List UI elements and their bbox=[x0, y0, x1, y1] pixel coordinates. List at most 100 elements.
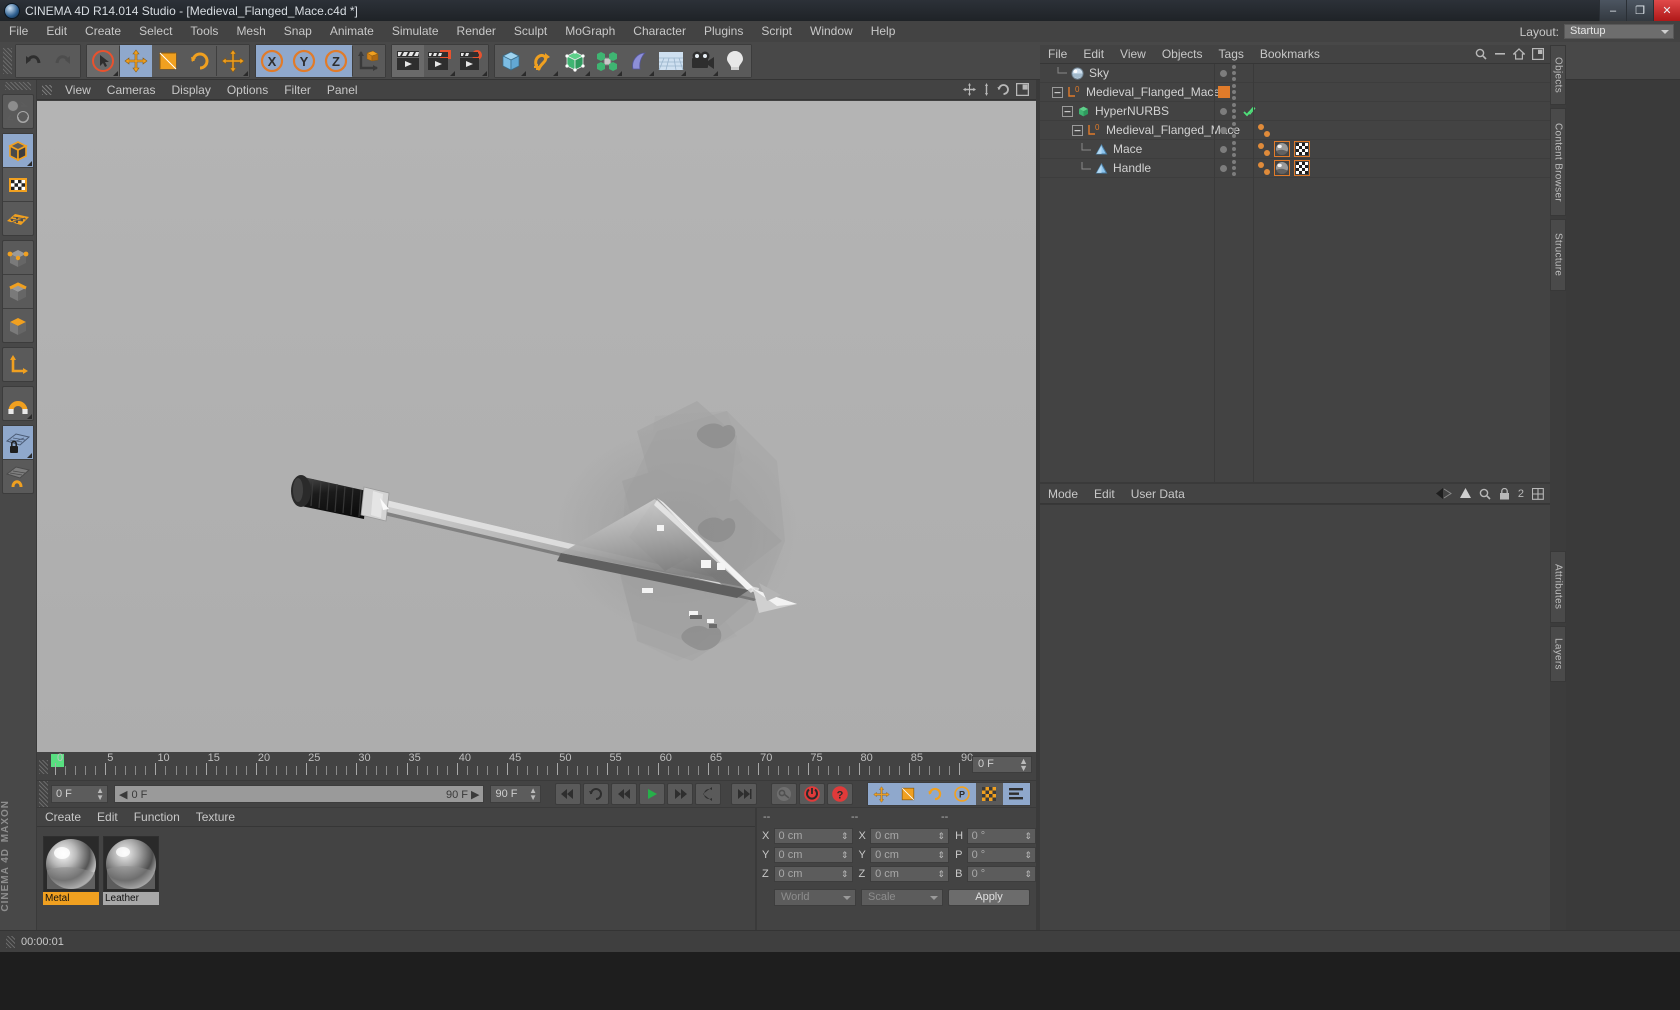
add-spline-button[interactable] bbox=[527, 44, 559, 77]
coord-field-size-y[interactable]: 0 cm ⇕ bbox=[870, 847, 950, 863]
object-menu-file[interactable]: File bbox=[1040, 47, 1075, 61]
keyframe-selection-button[interactable]: ? bbox=[826, 783, 853, 805]
viewport-menu-options[interactable]: Options bbox=[219, 83, 276, 97]
coord-field-rot-h[interactable]: 0 ° ⇕ bbox=[966, 828, 1037, 844]
step-back-button[interactable] bbox=[694, 783, 721, 805]
add-floor-button[interactable] bbox=[655, 44, 687, 77]
toolbar-grip[interactable] bbox=[3, 47, 12, 74]
preview-range-bar[interactable]: ◀ 0 F 90 F ▶ bbox=[113, 785, 485, 803]
viewport-menu-filter[interactable]: Filter bbox=[276, 83, 319, 97]
menu-animate[interactable]: Animate bbox=[321, 21, 383, 42]
lock-icon[interactable] bbox=[1499, 487, 1510, 500]
play-forwards-button[interactable] bbox=[638, 783, 665, 805]
object-menu-bookmarks[interactable]: Bookmarks bbox=[1252, 47, 1328, 61]
object-row-hypernurbs[interactable]: HyperNURBS bbox=[1040, 102, 1550, 121]
window-maximize-button[interactable]: ❐ bbox=[1626, 0, 1653, 21]
home-icon[interactable] bbox=[1513, 48, 1525, 60]
undo-button[interactable] bbox=[16, 44, 48, 77]
menu-mograph[interactable]: MoGraph bbox=[556, 21, 624, 42]
viewport-menu-view[interactable]: View bbox=[57, 83, 99, 97]
tag-dot-icon[interactable] bbox=[1258, 162, 1264, 168]
preview-end-field[interactable]: 90 F ▲ ▼ bbox=[490, 785, 541, 803]
tab-content-browser[interactable]: Content Browser bbox=[1550, 108, 1566, 216]
material-tag-icon[interactable] bbox=[1274, 141, 1290, 157]
uvw-tag-icon[interactable] bbox=[1294, 141, 1310, 157]
search-icon[interactable] bbox=[1475, 48, 1487, 60]
add-hypernurbs-button[interactable] bbox=[559, 44, 591, 77]
minus-icon[interactable] bbox=[1494, 48, 1506, 60]
scale-key-button[interactable] bbox=[894, 783, 922, 805]
attribute-menu-mode[interactable]: Mode bbox=[1040, 487, 1086, 501]
metal-sphere-swatch[interactable] bbox=[43, 836, 99, 892]
object-row-mace[interactable]: Mace bbox=[1040, 140, 1550, 159]
axis-mode-button[interactable] bbox=[3, 348, 33, 381]
menu-sculpt[interactable]: Sculpt bbox=[505, 21, 556, 42]
object-row-medieval-flanged-mace-root[interactable]: 0 Medieval_Flanged_Mace bbox=[1040, 83, 1550, 102]
menu-window[interactable]: Window bbox=[801, 21, 862, 42]
expander-minus-icon[interactable] bbox=[1072, 124, 1083, 136]
coord-field-size-x[interactable]: 0 cm ⇕ bbox=[870, 828, 950, 844]
texture-mode-button[interactable] bbox=[3, 168, 33, 201]
green-check-icon[interactable] bbox=[1243, 105, 1256, 117]
add-bend-deformer-button[interactable] bbox=[623, 44, 655, 77]
param-key-button[interactable]: P bbox=[948, 783, 976, 805]
layout-dropdown[interactable]: Startup bbox=[1564, 24, 1674, 39]
loop-button[interactable] bbox=[582, 783, 609, 805]
coordinate-system-dropdown[interactable]: World bbox=[774, 889, 856, 906]
search-icon[interactable] bbox=[1479, 488, 1491, 500]
model-mode-button[interactable] bbox=[3, 134, 33, 167]
coord-field-rot-b[interactable]: 0 ° ⇕ bbox=[966, 866, 1037, 882]
object-tag-dots-mace-root[interactable] bbox=[1232, 83, 1270, 102]
object-tag-dots-mace[interactable] bbox=[1232, 140, 1270, 159]
tab-objects[interactable]: Objects bbox=[1550, 45, 1566, 105]
edges-mode-button[interactable] bbox=[3, 275, 33, 308]
coord-field-pos-x[interactable]: 0 cm ⇕ bbox=[773, 828, 853, 844]
maximize-view-icon[interactable] bbox=[1016, 83, 1029, 96]
menu-help[interactable]: Help bbox=[862, 21, 905, 42]
current-frame-field[interactable]: 0 F ▲ ▼ bbox=[51, 785, 108, 803]
add-light-button[interactable] bbox=[719, 44, 751, 77]
menu-edit[interactable]: Edit bbox=[37, 21, 76, 42]
position-key-button[interactable] bbox=[867, 783, 895, 805]
coord-field-pos-z[interactable]: 0 cm ⇕ bbox=[773, 866, 853, 882]
object-menu-edit[interactable]: Edit bbox=[1075, 47, 1112, 61]
object-menu-tags[interactable]: Tags bbox=[1211, 47, 1252, 61]
redo-button[interactable] bbox=[48, 44, 80, 77]
points-mode-button[interactable] bbox=[3, 241, 33, 274]
go-to-next-frame-button[interactable] bbox=[666, 783, 693, 805]
material-item-leather[interactable]: Leather bbox=[103, 836, 159, 905]
apply-button[interactable]: Apply bbox=[948, 889, 1030, 906]
viewport-grip[interactable] bbox=[42, 84, 52, 95]
play-backwards-button[interactable] bbox=[610, 783, 637, 805]
material-menu-create[interactable]: Create bbox=[37, 810, 89, 824]
timeline-grip[interactable] bbox=[39, 760, 48, 774]
menu-plugins[interactable]: Plugins bbox=[695, 21, 752, 42]
menu-script[interactable]: Script bbox=[752, 21, 801, 42]
coord-field-rot-p[interactable]: 0 ° ⇕ bbox=[966, 847, 1037, 863]
rotation-key-button[interactable] bbox=[921, 783, 949, 805]
menu-character[interactable]: Character bbox=[624, 21, 695, 42]
viewport-canvas[interactable] bbox=[37, 101, 1036, 752]
rotate-view-icon[interactable] bbox=[997, 83, 1010, 96]
dolly-view-icon[interactable] bbox=[982, 83, 991, 96]
coordinate-mode-dropdown[interactable]: Scale bbox=[861, 889, 943, 906]
grid-icon[interactable] bbox=[1532, 487, 1544, 500]
pan-view-icon[interactable] bbox=[963, 83, 976, 96]
viewport-menu-display[interactable]: Display bbox=[163, 83, 218, 97]
go-to-end-button[interactable] bbox=[730, 783, 757, 805]
status-bar-grip[interactable] bbox=[6, 935, 15, 948]
undo-view-button[interactable] bbox=[3, 95, 33, 128]
tag-dot-icon[interactable] bbox=[1258, 124, 1264, 130]
tag-dot-icon[interactable] bbox=[1264, 150, 1270, 156]
menu-select[interactable]: Select bbox=[130, 21, 181, 42]
transport-grip[interactable] bbox=[39, 781, 48, 807]
menu-simulate[interactable]: Simulate bbox=[383, 21, 448, 42]
live-selection-button[interactable] bbox=[87, 44, 119, 77]
material-item-metal[interactable]: Metal bbox=[43, 836, 99, 905]
rotate-button[interactable] bbox=[184, 44, 216, 77]
layout-icon[interactable] bbox=[1532, 48, 1544, 60]
uvw-tag-icon[interactable] bbox=[1294, 160, 1310, 176]
add-array-button[interactable] bbox=[591, 44, 623, 77]
two-icon[interactable]: 2 bbox=[1518, 488, 1524, 500]
material-menu-texture[interactable]: Texture bbox=[188, 810, 243, 824]
